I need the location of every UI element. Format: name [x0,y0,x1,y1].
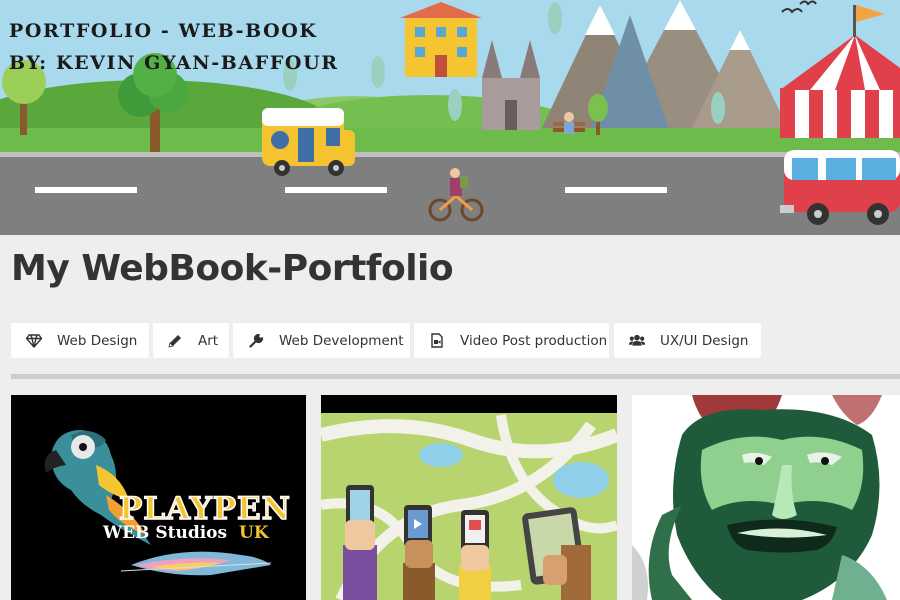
banner-author: BY: KEVIN GYAN-BAFFOUR [9,52,339,74]
pencil-icon [167,333,183,349]
page-title: My WebBook-Portfolio [11,248,454,289]
diamond-icon [26,333,42,349]
playpen-logo-image: PLAYPEN WEB Studios UK [11,395,306,600]
playpen-logo-title: PLAYPEN [119,491,291,527]
filter-label: Art [198,332,219,349]
portrait-art-image [632,395,900,600]
playpen-logo-accent: UK [239,523,270,543]
portfolio-item-portrait-art[interactable] [632,395,900,600]
filter-art-button[interactable]: Art [153,323,229,358]
playpen-logo-subtitle: WEB Studios [102,523,227,543]
wrench-icon [248,333,264,349]
banner-title: PORTFOLIO - WEB-BOOK [9,20,318,42]
filter-label: Web Development [279,332,404,349]
header-banner: PORTFOLIO - WEB-BOOK BY: KEVIN GYAN-BAFF… [0,0,900,235]
portfolio-item-playpen[interactable]: PLAYPEN WEB Studios UK [11,395,306,600]
filter-label: Web Design [57,332,138,349]
portfolio-item-map-devices[interactable] [321,395,617,600]
map-devices-image [321,395,617,600]
users-icon [629,333,645,349]
filter-web-design-button[interactable]: Web Design [11,323,149,358]
filter-label: Video Post production [460,332,608,349]
filter-ux-ui-design-button[interactable]: UX/UI Design [614,323,761,358]
file-video-icon [429,333,445,349]
filter-web-development-button[interactable]: Web Development [233,323,410,358]
section-divider [11,374,900,379]
filter-video-post-production-button[interactable]: Video Post production [414,323,609,358]
filter-label: UX/UI Design [660,332,749,349]
